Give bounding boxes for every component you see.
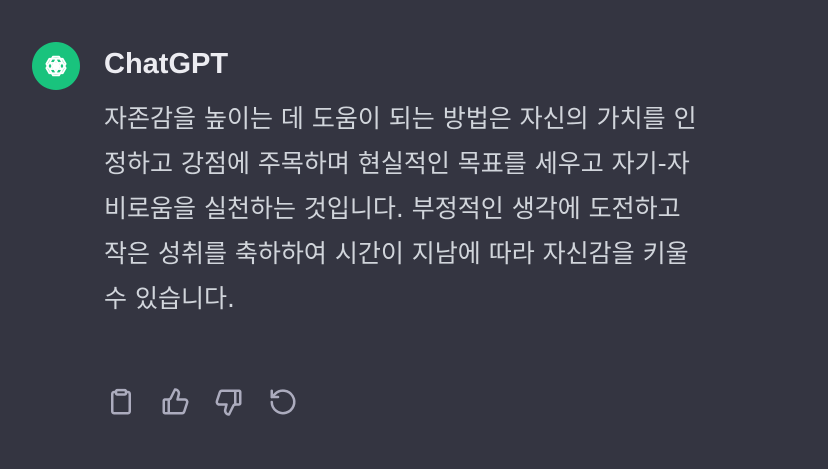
thumbs-up-icon — [162, 388, 189, 415]
thumbs-down-icon — [215, 389, 242, 416]
regenerate-icon — [270, 389, 296, 415]
message-line: 정하고 강점에 주목하며 현실적인 목표를 세우고 자기-자 — [104, 149, 690, 178]
clipboard-icon — [111, 388, 131, 415]
message-line: 수 있습니다. — [104, 284, 235, 313]
message-line: 비로움을 실천하는 것입니다. 부정적인 생각에 도전하고 — [104, 194, 681, 223]
author-name: ChatGPT — [104, 48, 229, 80]
message-text: 자존감을 높이는 데 도움이 되는 방법은 자신의 가치를 인 정하고 강점에 … — [104, 96, 804, 321]
message-actions — [104, 384, 300, 420]
assistant-message: ChatGPT 자존감을 높이는 데 도움이 되는 방법은 자신의 가치를 인 … — [0, 0, 828, 469]
thumbs-up-button[interactable] — [158, 384, 192, 420]
openai-logo-icon — [45, 55, 67, 77]
message-line: 자존감을 높이는 데 도움이 되는 방법은 자신의 가치를 인 — [104, 104, 697, 133]
message-line: 작은 성취를 축하하여 시간이 지남에 따라 자신감을 키울 — [104, 239, 689, 268]
thumbs-down-button[interactable] — [212, 384, 246, 420]
copy-button[interactable] — [104, 384, 138, 420]
avatar — [32, 42, 80, 90]
regenerate-button[interactable] — [266, 384, 300, 420]
